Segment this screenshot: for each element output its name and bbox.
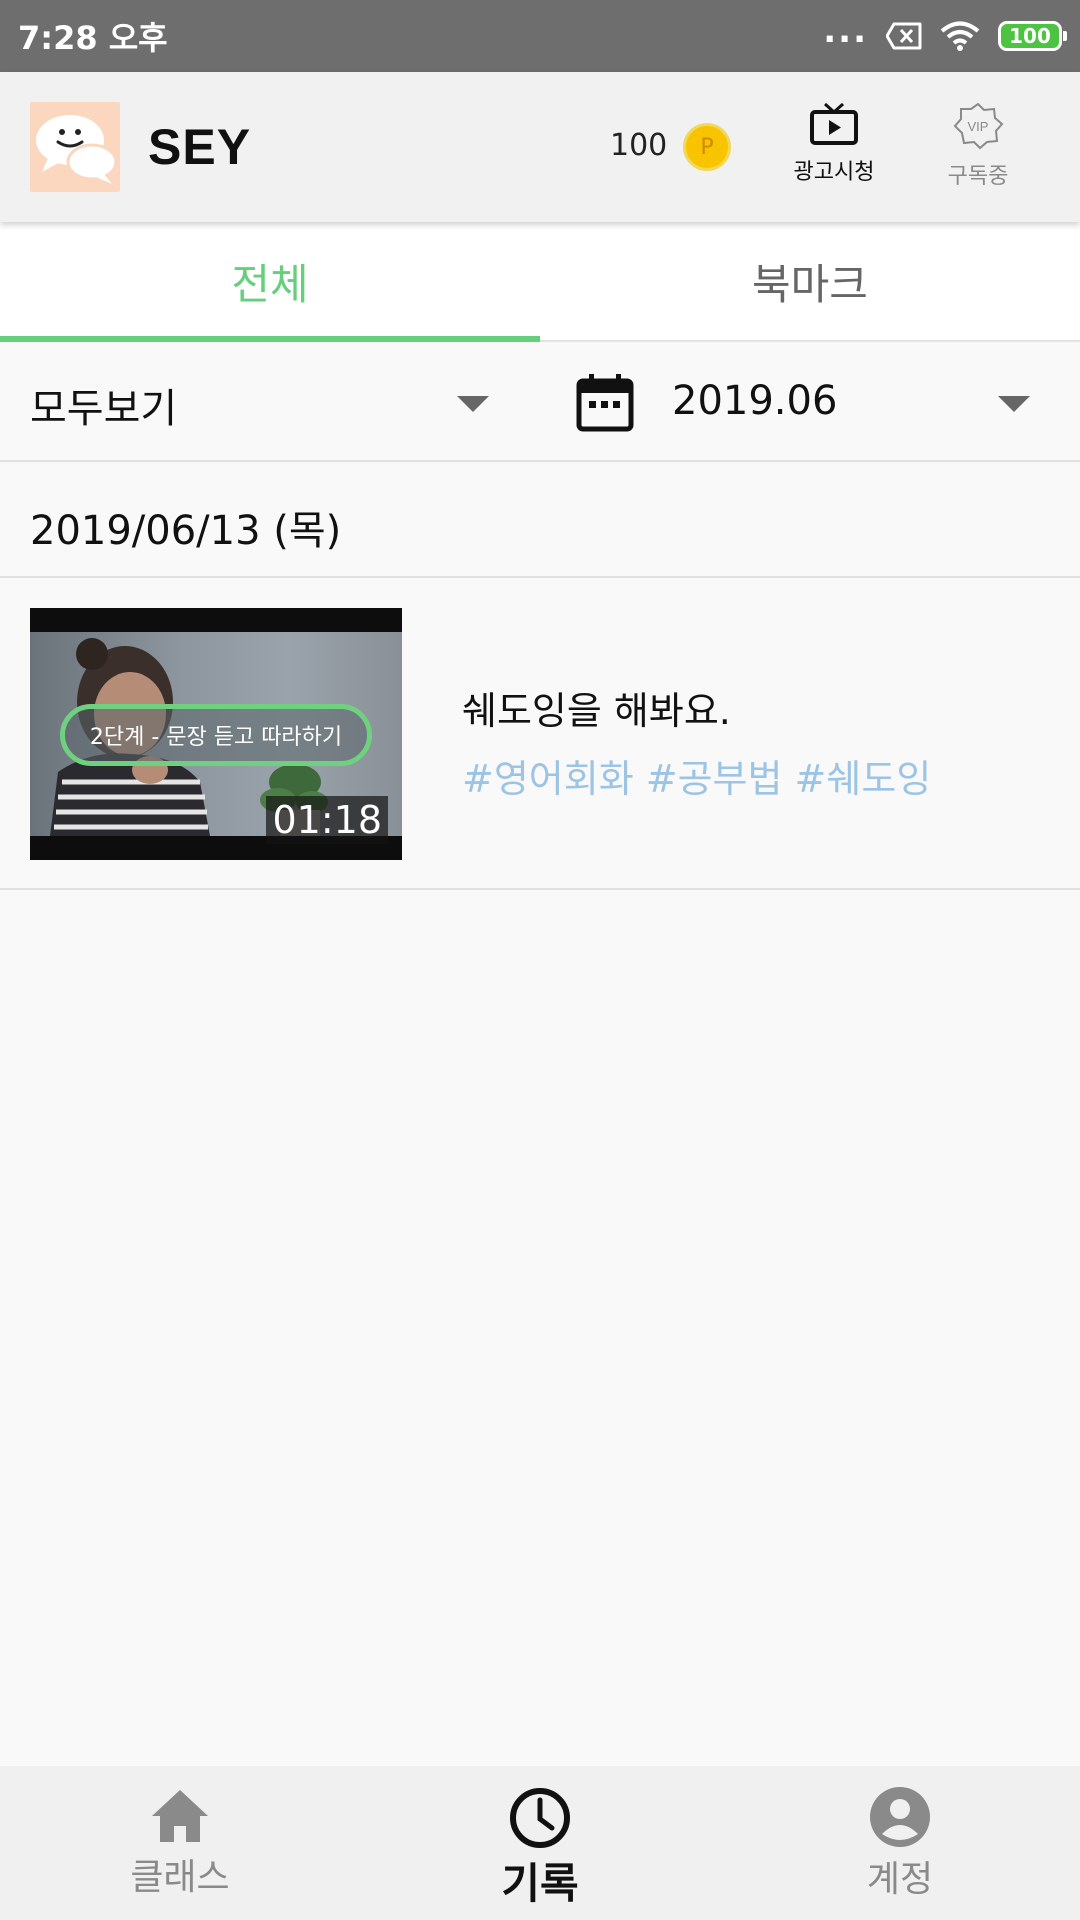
wifi-icon	[940, 21, 980, 51]
battery-icon: 100	[998, 21, 1067, 51]
nav-account[interactable]: 계정	[720, 1766, 1080, 1920]
item-title: 쉐도잉을 해봐요.	[462, 689, 731, 733]
month-filter-value: 2019.06	[672, 378, 838, 424]
sim-error-icon	[886, 22, 922, 50]
status-time: 7:28 오후	[18, 19, 168, 57]
app-title: SEY	[148, 119, 252, 175]
subscription-button[interactable]: VIP 구독중	[918, 102, 1038, 190]
month-filter-dropdown[interactable]: 2019.06	[540, 344, 1080, 460]
filter-row: 모두보기 2019.06	[0, 344, 1080, 462]
date-label: 2019/06/13 (목)	[30, 508, 342, 554]
nav-class[interactable]: 클래스	[0, 1766, 360, 1920]
calendar-icon	[576, 374, 634, 432]
watch-ad-button[interactable]: 광고시청	[774, 102, 894, 186]
bottom-navigation: 클래스 기록 계정	[0, 1766, 1080, 1920]
chat-bubbles-icon	[36, 115, 118, 184]
list-item[interactable]: 2단계 - 문장 듣고 따라하기 01:18 쉐도잉을 해봐요. #영어회화 #…	[0, 578, 1080, 890]
nav-class-label: 클래스	[130, 1857, 230, 1898]
item-tags[interactable]: #영어회화 #공부법 #쉐도잉	[462, 748, 931, 803]
category-filter-value: 모두보기	[30, 386, 178, 432]
nav-history-label: 기록	[501, 1859, 579, 1908]
tab-all[interactable]: 전체	[0, 222, 540, 342]
nav-account-label: 계정	[866, 1859, 934, 1900]
category-filter-dropdown[interactable]: 모두보기	[0, 344, 520, 460]
tab-bar: 전체 북마크	[0, 222, 1080, 342]
app-logo[interactable]	[30, 102, 120, 192]
status-icons: ... 100	[823, 14, 1067, 52]
points-count: 100	[610, 128, 668, 163]
video-thumbnail[interactable]: 2단계 - 문장 듣고 따라하기 01:18	[30, 608, 402, 860]
svg-text:VIP: VIP	[968, 119, 989, 134]
vip-badge-icon: VIP	[953, 102, 1004, 150]
chevron-down-icon	[457, 396, 489, 412]
clock-icon	[510, 1788, 570, 1848]
account-icon	[870, 1787, 930, 1847]
tv-play-icon	[810, 102, 858, 145]
watch-ad-label: 광고시청	[793, 160, 875, 185]
step-badge: 2단계 - 문장 듣고 따라하기	[60, 704, 372, 766]
coin-icon: P	[683, 123, 731, 171]
subscription-label: 구독중	[947, 164, 1009, 189]
status-bar: 7:28 오후 ... 100	[0, 0, 1080, 72]
chevron-down-icon	[998, 396, 1030, 412]
nav-history[interactable]: 기록	[360, 1766, 720, 1920]
more-notifications-icon: ...	[823, 11, 868, 51]
app-header: SEY 100 P 광고시청 VIP 구독중	[0, 72, 1080, 222]
tab-bookmark[interactable]: 북마크	[540, 222, 1080, 340]
date-section-header: 2019/06/13 (목)	[0, 462, 1080, 578]
video-duration: 01:18	[266, 796, 388, 844]
home-icon	[152, 1790, 208, 1842]
